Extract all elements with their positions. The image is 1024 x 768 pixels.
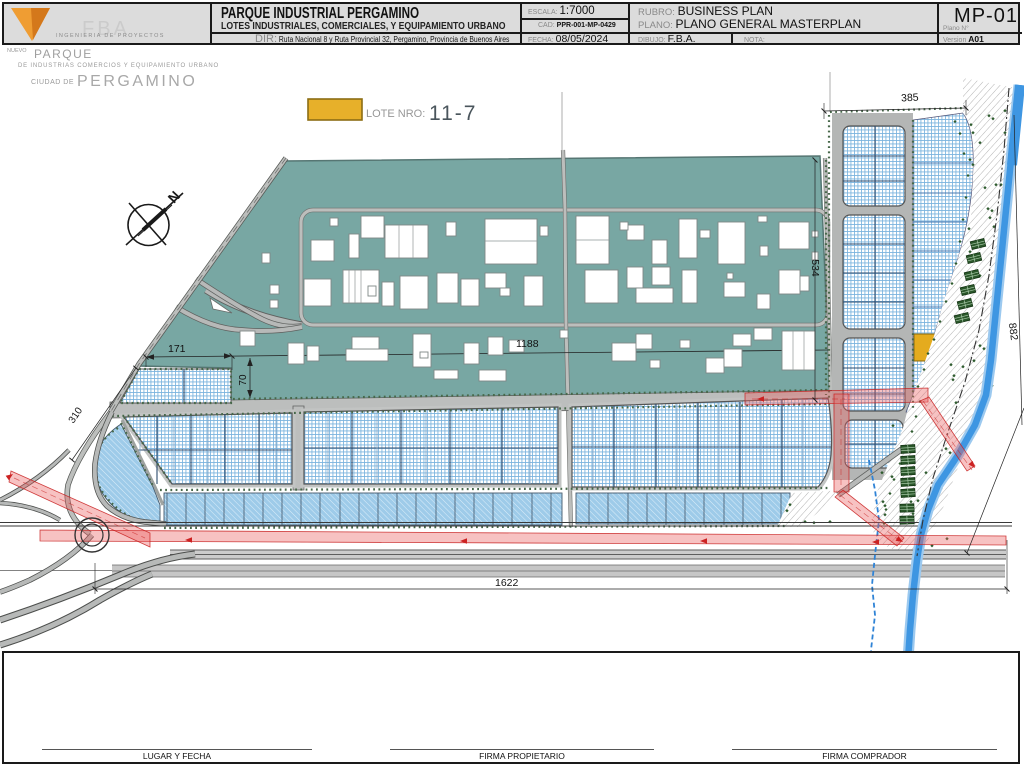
svg-text:11-7: 11-7 — [429, 102, 477, 125]
svg-text:70: 70 — [238, 374, 249, 386]
svg-text:385: 385 — [901, 92, 919, 105]
svg-text:1188: 1188 — [516, 338, 539, 350]
svg-text:534: 534 — [809, 259, 821, 277]
svg-text:LOTE NRO:: LOTE NRO: — [366, 108, 425, 120]
svg-text:INGENIERIA DE PROYECTOS: INGENIERIA DE PROYECTOS — [56, 33, 165, 39]
svg-text:882: 882 — [1006, 322, 1020, 341]
svg-text:171: 171 — [168, 343, 186, 355]
svg-text:1622: 1622 — [495, 577, 519, 589]
